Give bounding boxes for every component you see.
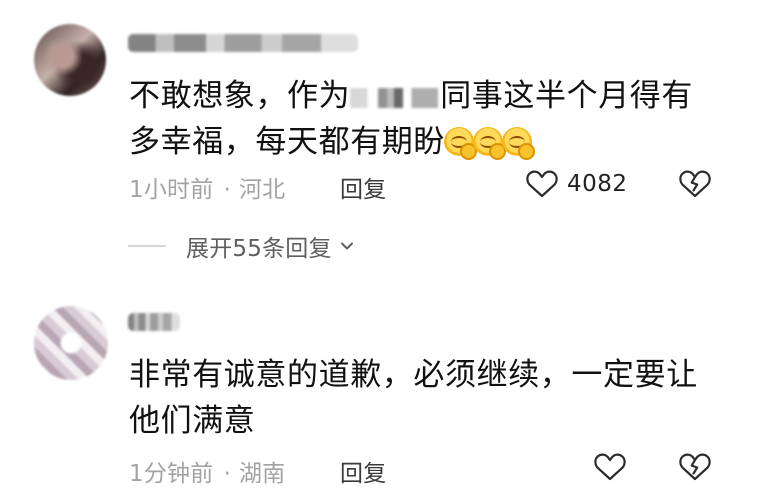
expand-replies-button[interactable]: 展开55条回复 — [128, 229, 355, 263]
comment-time: 1小时前 — [129, 177, 214, 203]
reply-button[interactable]: 回复 — [340, 170, 386, 204]
comment-meta: 1小时前 · 河北 — [129, 170, 285, 204]
expand-replies-label: 展开55条回复 — [186, 236, 332, 262]
broken-heart-outline-icon[interactable] — [678, 168, 712, 200]
comment-meta: 1分钟前 · 湖南 — [129, 454, 285, 488]
kissing-face-icon — [444, 127, 477, 160]
kissing-face-icon — [473, 127, 506, 160]
like-count: 4082 — [567, 171, 628, 197]
broken-heart-outline-icon[interactable] — [678, 451, 712, 483]
meta-separator: · — [223, 461, 231, 487]
avatar[interactable] — [34, 306, 108, 380]
reply-button[interactable]: 回复 — [340, 454, 386, 488]
comment-text: 不敢想象，作为 同事这半个月得有多幸福，每天都有期盼 — [129, 73, 719, 165]
comment-time: 1分钟前 — [129, 461, 214, 487]
like-button[interactable]: 4082 — [525, 168, 628, 200]
blurred-username[interactable] — [128, 34, 358, 52]
blurred-username[interactable] — [128, 313, 180, 331]
comment-text-start: 不敢想象，作为 — [129, 78, 351, 114]
comment-location: 湖南 — [238, 461, 286, 487]
kissing-face-icon — [502, 127, 535, 160]
comment-text: 非常有诚意的道歉，必须继续，一定要让他们满意 — [129, 357, 698, 439]
meta-separator: · — [223, 177, 231, 203]
heart-outline-icon — [526, 170, 558, 198]
heart-outline-icon — [594, 453, 626, 481]
avatar[interactable] — [34, 24, 106, 96]
like-button[interactable] — [593, 451, 627, 483]
comment-location: 河北 — [238, 177, 286, 203]
censored-name — [350, 87, 439, 108]
divider-line — [128, 245, 166, 247]
chevron-down-icon — [340, 242, 353, 250]
